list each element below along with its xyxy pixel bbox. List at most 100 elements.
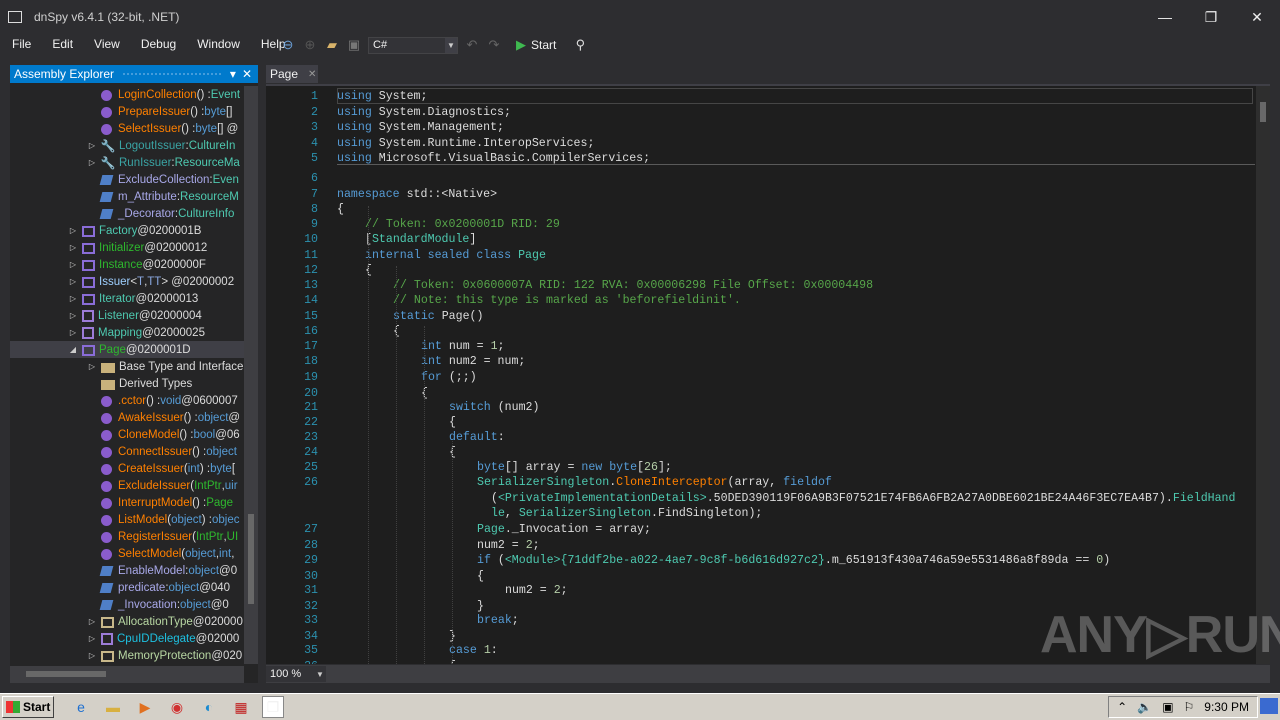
- close-tab-icon[interactable]: ✕: [308, 69, 316, 80]
- tree-item[interactable]: ▷ CpuIDDelegate @02000: [10, 630, 244, 647]
- tree-vertical-scrollbar[interactable]: [244, 86, 258, 664]
- tree-item[interactable]: ExcludeCollection : Even: [10, 171, 244, 188]
- tree-item[interactable]: m_Attribute : ResourceM: [10, 188, 244, 205]
- tree-item[interactable]: ▷ Iterator @02000013: [10, 290, 244, 307]
- language-select[interactable]: C# ▼: [368, 36, 458, 54]
- tree-item[interactable]: SelectIssuer() : byte[] @: [10, 120, 244, 137]
- expand-arrow-icon[interactable]: ▷: [68, 260, 78, 269]
- dnspy-icon[interactable]: ❐: [262, 696, 284, 718]
- tree-item[interactable]: ListModel(object) : objec: [10, 511, 244, 528]
- zoom-select[interactable]: 100 % ▼: [266, 666, 326, 682]
- code-token: {: [337, 203, 344, 217]
- tree-item[interactable]: RegisterIssuer(IntPtr, UI: [10, 528, 244, 545]
- maximize-button[interactable]: ❐: [1188, 0, 1234, 34]
- app-icon: [8, 11, 22, 23]
- tree-item[interactable]: ▷ 🔧 RunIssuer : ResourceMa: [10, 154, 244, 171]
- tree-item[interactable]: ▷ Mapping @02000025: [10, 324, 244, 341]
- tree-item[interactable]: .cctor() : void @0600007: [10, 392, 244, 409]
- expand-arrow-icon[interactable]: ▷: [87, 634, 97, 643]
- expand-arrow-icon[interactable]: ▷: [68, 226, 78, 235]
- undo-icon[interactable]: ↶: [464, 37, 480, 53]
- tree-item-text: objec: [211, 513, 240, 526]
- tree-item[interactable]: ConnectIssuer() : object: [10, 443, 244, 460]
- tree-item[interactable]: predicate : object @040: [10, 579, 244, 596]
- tree-item[interactable]: ▷ Issuer < T, TT > @02000002: [10, 273, 244, 290]
- show-hidden-icons[interactable]: ⌃: [1117, 700, 1127, 714]
- code-line: int num = 1;: [421, 339, 505, 354]
- minimize-button[interactable]: —: [1142, 0, 1188, 34]
- tree-item-text: object: [206, 445, 237, 458]
- tree-item-text: Page: [99, 343, 126, 356]
- menu-file[interactable]: File: [0, 37, 40, 51]
- edge-icon[interactable]: ◐: [198, 696, 220, 718]
- start-button[interactable]: Start: [2, 696, 54, 718]
- tree-item[interactable]: CloneModel() : bool @06: [10, 426, 244, 443]
- dropdown-icon[interactable]: ▾: [230, 67, 236, 81]
- tree-item[interactable]: SelectModel(object, int,: [10, 545, 244, 562]
- tree-item[interactable]: _Invocation : object @0: [10, 596, 244, 613]
- tree-item[interactable]: InterruptModel() : Page: [10, 494, 244, 511]
- menu-edit[interactable]: Edit: [40, 37, 82, 51]
- tree-item-text: @: [228, 411, 241, 424]
- tree-item[interactable]: ▷ Initializer @02000012: [10, 239, 244, 256]
- expand-arrow-icon[interactable]: ▷: [87, 158, 97, 167]
- tree-item[interactable]: ▷ MemoryProtection @020: [10, 647, 244, 664]
- tree-horizontal-scrollbar[interactable]: [10, 666, 244, 683]
- app-icon[interactable]: ▦: [230, 696, 252, 718]
- show-desktop-button[interactable]: [1260, 698, 1278, 714]
- menu-view[interactable]: View: [82, 37, 129, 51]
- code-editor[interactable]: 1 2 3 4 5 6 7 8 9 10 11 12 13 14 15 16 17 18 19 20 21 22 23 24 2…: [266, 84, 1270, 664]
- flag-icon[interactable]: ⚐: [1184, 700, 1195, 714]
- code-token: 26: [644, 460, 658, 474]
- close-panel-icon[interactable]: ✕: [242, 67, 252, 81]
- tab-page[interactable]: Page ✕: [266, 65, 318, 83]
- tree-item[interactable]: ▷ Factory @0200001B: [10, 222, 244, 239]
- line-number: 32: [304, 599, 318, 613]
- tree-item[interactable]: AwakeIssuer() : object @: [10, 409, 244, 426]
- tree-item[interactable]: Derived Types: [10, 375, 244, 392]
- chrome-icon[interactable]: ◉: [166, 696, 188, 718]
- expand-arrow-icon[interactable]: ▷: [68, 243, 78, 252]
- tree-item[interactable]: ▷ Base Type and Interface: [10, 358, 244, 375]
- expand-arrow-icon[interactable]: ▷: [87, 141, 97, 150]
- tree-item[interactable]: PrepareIssuer() : byte[]: [10, 103, 244, 120]
- network-icon[interactable]: ▣: [1162, 700, 1173, 714]
- tree-item[interactable]: ExcludeIssuer(IntPtr, uir: [10, 477, 244, 494]
- ie-icon[interactable]: e: [70, 696, 92, 718]
- code-area[interactable]: using System; using System.Diagnostics; us…: [337, 86, 1270, 664]
- tree-item[interactable]: EnableModel : object @0: [10, 562, 244, 579]
- search-icon[interactable]: ⚲: [572, 37, 588, 53]
- tree-item[interactable]: ▷ Listener @02000004: [10, 307, 244, 324]
- tree-item[interactable]: LoginCollection() : Event: [10, 86, 244, 103]
- expand-arrow-icon[interactable]: ▷: [68, 311, 78, 320]
- explorer-icon[interactable]: ▬: [102, 696, 124, 718]
- expand-arrow-icon[interactable]: ▷: [68, 294, 78, 303]
- expand-arrow-icon[interactable]: ◢: [68, 345, 78, 354]
- tree-item[interactable]: _Decorator : CultureInfo: [10, 205, 244, 222]
- menu-debug[interactable]: Debug: [129, 37, 185, 51]
- tree-item[interactable]: ▷ 🔧 LogoutIssuer : CultureIn: [10, 137, 244, 154]
- tree-item[interactable]: CreateIssuer(int) : byte[: [10, 460, 244, 477]
- expand-arrow-icon[interactable]: ▷: [68, 328, 78, 337]
- tree-item[interactable]: ◢ Page @0200001D: [10, 341, 244, 358]
- close-button[interactable]: ✕: [1234, 0, 1280, 34]
- media-player-icon[interactable]: ▶: [134, 696, 156, 718]
- tree-item[interactable]: ▷ AllocationType @020000: [10, 613, 244, 630]
- expand-arrow-icon[interactable]: ▷: [87, 362, 97, 371]
- volume-icon[interactable]: 🔈: [1137, 700, 1152, 714]
- save-icon[interactable]: ▣: [346, 37, 362, 53]
- forward-icon[interactable]: ⊕: [302, 37, 318, 53]
- expand-arrow-icon[interactable]: ▷: [68, 277, 78, 286]
- open-icon[interactable]: ▰: [324, 37, 340, 53]
- menu-window[interactable]: Window: [185, 37, 249, 51]
- editor-vertical-scrollbar[interactable]: [1256, 86, 1270, 664]
- expand-arrow-icon[interactable]: ▷: [87, 651, 97, 660]
- expand-arrow-icon[interactable]: ▷: [87, 617, 97, 626]
- tree-item-text: () :: [179, 428, 194, 441]
- code-token: Microsoft.VisualBasic.CompilerServices;: [371, 152, 651, 166]
- redo-icon[interactable]: ↷: [486, 37, 502, 53]
- back-icon[interactable]: ⊖: [280, 37, 296, 53]
- clock[interactable]: 9:30 PM: [1204, 700, 1249, 714]
- tree-item[interactable]: ▷ Instance @0200000F: [10, 256, 244, 273]
- start-debug-button[interactable]: ▶ Start: [516, 37, 556, 53]
